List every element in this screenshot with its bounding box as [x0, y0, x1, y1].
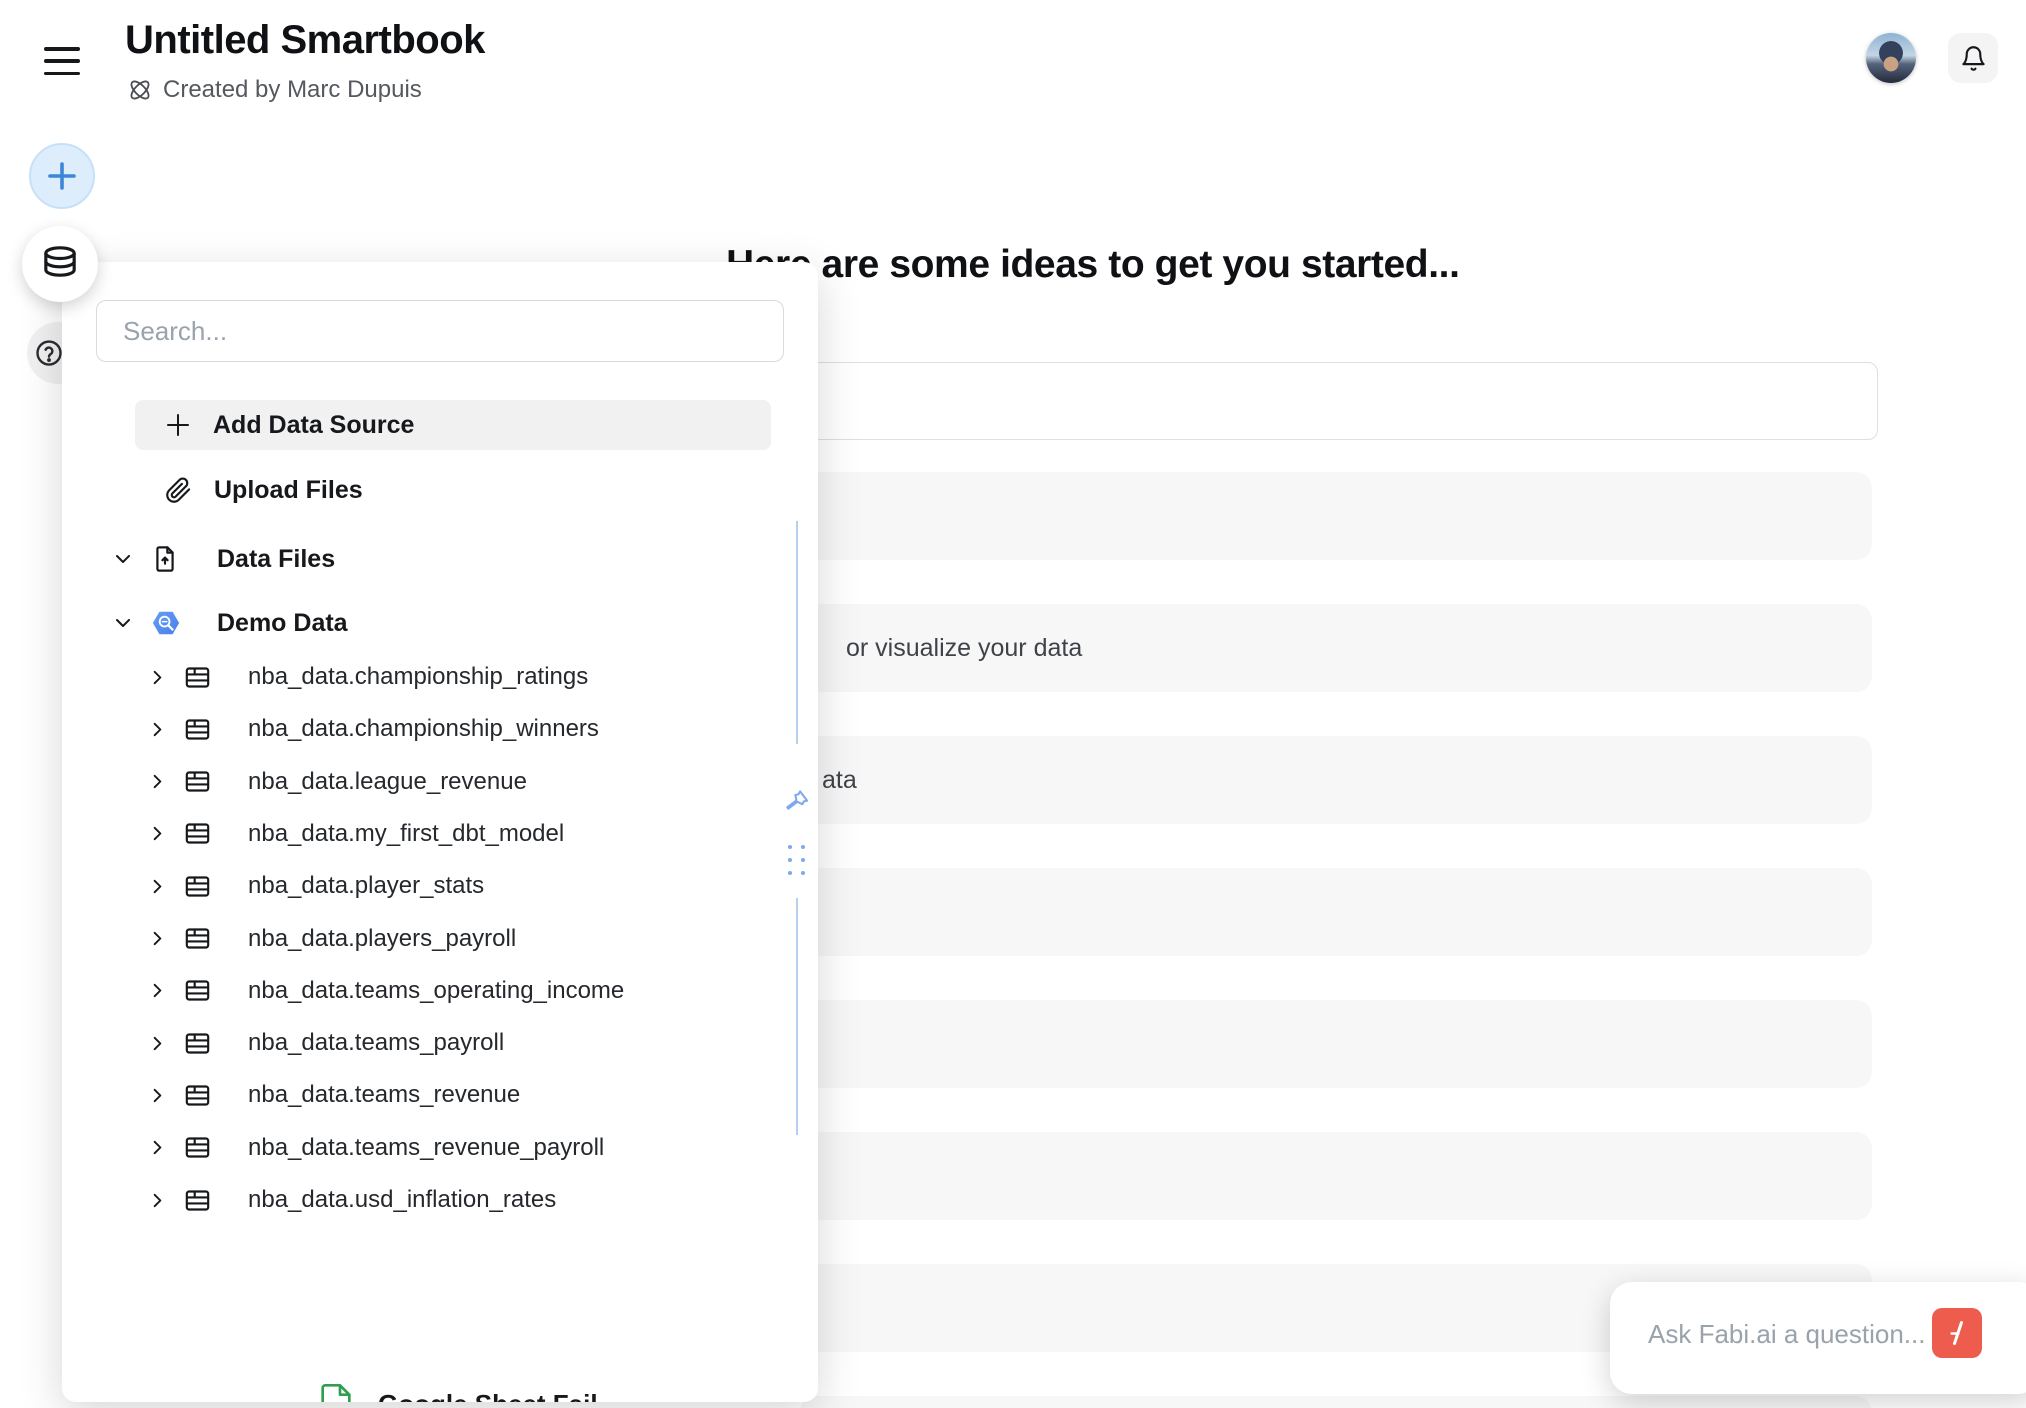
table-row[interactable]: nba_data.usd_inflation_rates	[148, 1177, 556, 1223]
table-grid-icon	[184, 925, 226, 952]
plus-icon	[165, 412, 191, 438]
google-sheets-icon	[320, 1384, 352, 1402]
google-sheet-item[interactable]: Google Sheet Fail...	[320, 1384, 619, 1402]
section-data-files[interactable]: Data Files	[113, 536, 335, 582]
add-cell-button[interactable]	[29, 143, 95, 209]
table-row[interactable]: nba_data.teams_revenue_payroll	[148, 1125, 604, 1171]
file-upload-icon	[151, 545, 193, 573]
bell-icon	[1960, 45, 1987, 72]
table-row[interactable]: nba_data.championship_ratings	[148, 654, 588, 700]
data-sources-button[interactable]	[22, 226, 98, 302]
chevron-right-icon[interactable]	[148, 877, 184, 896]
idea-card[interactable]	[800, 868, 1872, 956]
chevron-right-icon[interactable]	[148, 1138, 184, 1157]
table-name: nba_data.championship_winners	[248, 715, 599, 743]
chevron-down-icon[interactable]	[113, 549, 151, 569]
table-row[interactable]: nba_data.player_stats	[148, 863, 484, 909]
panel-divider-line	[796, 898, 798, 1135]
chevron-right-icon[interactable]	[148, 668, 184, 687]
chevron-right-icon[interactable]	[148, 1086, 184, 1105]
created-by-text: Created by Marc Dupuis	[163, 76, 422, 104]
table-name: nba_data.my_first_dbt_model	[248, 820, 564, 848]
table-grid-icon	[184, 1134, 226, 1161]
idea-card-text: ata	[822, 736, 857, 824]
table-name: nba_data.players_payroll	[248, 925, 516, 953]
avatar[interactable]	[1866, 33, 1916, 83]
chevron-down-icon[interactable]	[113, 613, 151, 633]
database-icon	[40, 244, 80, 284]
table-name: nba_data.teams_payroll	[248, 1029, 504, 1057]
upload-files-button[interactable]: Upload Files	[135, 464, 771, 516]
idea-card[interactable]	[800, 1000, 1872, 1088]
table-row[interactable]: nba_data.championship_winners	[148, 706, 599, 752]
table-row[interactable]: nba_data.teams_payroll	[148, 1020, 504, 1066]
table-grid-icon	[184, 1082, 226, 1109]
table-name: nba_data.usd_inflation_rates	[248, 1186, 556, 1214]
table-grid-icon	[184, 1187, 226, 1214]
table-name: nba_data.teams_operating_income	[248, 977, 624, 1005]
table-name: nba_data.championship_ratings	[248, 663, 588, 691]
table-name: nba_data.teams_revenue_payroll	[248, 1134, 604, 1162]
ask-fabi-bar[interactable]: Ask Fabi.ai a question...	[1610, 1282, 2026, 1394]
add-data-source-button[interactable]: Add Data Source	[135, 400, 771, 450]
created-by-row: Created by Marc Dupuis	[127, 76, 422, 104]
panel-divider-line	[796, 521, 798, 744]
table-row[interactable]: nba_data.my_first_dbt_model	[148, 811, 564, 857]
table-grid-icon	[184, 977, 226, 1004]
table-row[interactable]: nba_data.teams_operating_income	[148, 968, 624, 1014]
paperclip-icon	[165, 477, 192, 504]
table-grid-icon	[184, 873, 226, 900]
pin-panel-icon[interactable]	[783, 787, 811, 815]
fabi-bolt-icon	[1942, 1318, 1972, 1348]
chevron-right-icon[interactable]	[148, 772, 184, 791]
table-grid-icon	[184, 664, 226, 691]
idea-card[interactable]	[800, 1132, 1872, 1220]
search-input[interactable]	[96, 300, 784, 362]
atom-icon	[127, 77, 153, 103]
table-name: nba_data.league_revenue	[248, 768, 527, 796]
ask-input-placeholder[interactable]: Ask Fabi.ai a question...	[1648, 1282, 1925, 1386]
page-title: Untitled Smartbook	[125, 18, 485, 63]
ideas-heading: Here are some ideas to get you started..…	[726, 243, 1460, 287]
chevron-right-icon[interactable]	[148, 720, 184, 739]
resize-handle-icon[interactable]	[788, 845, 805, 875]
chevron-right-icon[interactable]	[148, 929, 184, 948]
table-grid-icon	[184, 1030, 226, 1057]
prompt-input-box[interactable]	[800, 362, 1878, 440]
idea-card[interactable]: ata	[800, 736, 1872, 824]
question-icon	[34, 338, 64, 368]
table-grid-icon	[184, 768, 226, 795]
idea-card[interactable]	[800, 472, 1872, 560]
chevron-right-icon[interactable]	[148, 1034, 184, 1053]
ask-submit-button[interactable]	[1932, 1308, 1982, 1358]
table-row[interactable]: nba_data.teams_revenue	[148, 1072, 520, 1118]
notifications-button[interactable]	[1948, 33, 1998, 83]
table-grid-icon	[184, 820, 226, 847]
section-demo-data[interactable]: Demo Data	[113, 600, 348, 646]
idea-card-text: or visualize your data	[846, 604, 1082, 692]
data-source-panel: Add Data Source Upload Files Da	[62, 262, 818, 1402]
hamburger-menu-icon[interactable]	[44, 47, 80, 75]
table-row[interactable]: nba_data.league_revenue	[148, 759, 527, 805]
chevron-right-icon[interactable]	[148, 1191, 184, 1210]
chevron-right-icon[interactable]	[148, 824, 184, 843]
table-name: nba_data.player_stats	[248, 872, 484, 900]
idea-card[interactable]: or visualize your data	[800, 604, 1872, 692]
idea-card[interactable]	[800, 1396, 1872, 1408]
table-grid-icon	[184, 716, 226, 743]
plus-icon	[46, 160, 78, 192]
table-row[interactable]: nba_data.players_payroll	[148, 916, 516, 962]
bigquery-hexagon-icon	[151, 608, 193, 638]
table-name: nba_data.teams_revenue	[248, 1081, 520, 1109]
app-root: Untitled Smartbook Created by Marc Dupui…	[0, 0, 2026, 1408]
chevron-right-icon[interactable]	[148, 981, 184, 1000]
